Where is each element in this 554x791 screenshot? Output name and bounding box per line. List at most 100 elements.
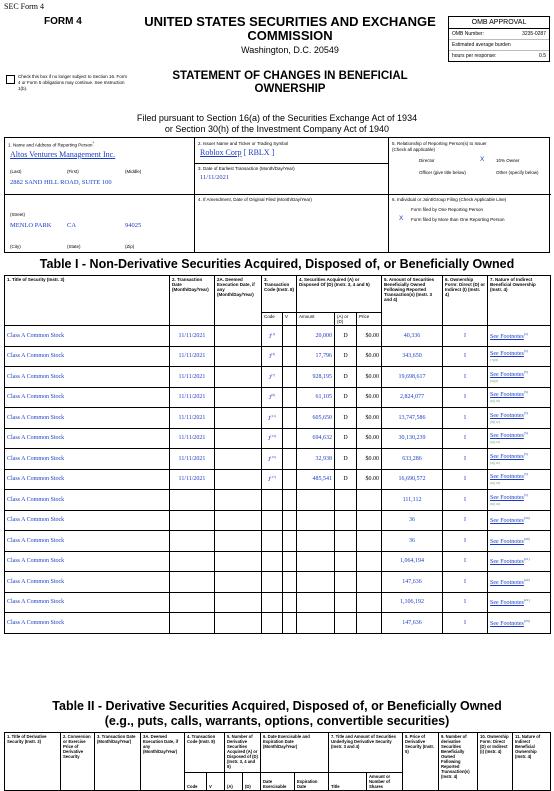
footnote-ref[interactable]: (20)	[524, 516, 530, 520]
ten-percent-option: 10% Owner	[496, 158, 520, 163]
footnote-ref[interactable]: (9)	[271, 393, 275, 397]
cell-amount: 605,650	[296, 407, 336, 429]
cell-nature-value[interactable]: See Footnotes	[490, 351, 524, 357]
cell-nature-value[interactable]: See Footnotes	[490, 454, 524, 460]
cell-amount: 17,796	[296, 345, 336, 367]
cell-owned-value: 30,130,239	[398, 435, 426, 442]
table1-title: Table I - Non-Derivative Securities Acqu…	[39, 257, 515, 271]
cell-deemed	[214, 530, 262, 552]
t2-sub-expiration: Expiration Date	[294, 772, 330, 791]
cell-form: I	[442, 489, 489, 511]
cell-nature-value[interactable]: See Footnotes	[490, 334, 524, 340]
cell-nature-value[interactable]: See Footnotes	[490, 495, 524, 501]
t1-header-date: 2. Transaction Date (Month/Day/Year)	[169, 275, 215, 326]
omb-hours-label: hours per response:	[452, 53, 497, 59]
cell-title: Class A Common Stock	[4, 366, 170, 388]
t1-header-code: 3. Transaction Code (Instr. 8)	[260, 275, 298, 313]
cell-form: I	[442, 325, 489, 347]
cell-date: 11/11/2021	[169, 345, 215, 367]
cell-amount-value: 485,541	[312, 476, 333, 483]
footnote-ref[interactable]: (13)	[270, 434, 276, 438]
cell-owned-value: 2,824,077	[400, 394, 425, 401]
t2-header-date: 3. Transaction Date (Month/Day/Year)	[94, 732, 141, 791]
footnote-ref[interactable]: (7)	[271, 373, 275, 377]
cell-nature-value[interactable]: See Footnotes	[490, 559, 524, 565]
footnote-ref[interactable]: (1)	[271, 332, 275, 336]
cell-owned: 633,286	[381, 448, 444, 470]
omb-number-value: 3235-0287	[522, 31, 546, 37]
footnote-ref-secondary[interactable]: (7)(8)	[490, 358, 498, 362]
cell-owned: 111,112	[381, 489, 444, 511]
cell-form-value: I	[464, 578, 467, 585]
footnote-ref-secondary[interactable]: (6)(14)	[490, 440, 500, 444]
footnote-ref[interactable]: (22)	[524, 578, 530, 582]
issuer-name[interactable]: Roblox Corp	[200, 148, 242, 157]
footnote-ref-secondary[interactable]: (6)(19)	[490, 502, 500, 506]
footnote-ref[interactable]: (5)	[524, 411, 528, 415]
footnote-ref[interactable]: (5)	[524, 349, 528, 353]
footnote-ref[interactable]: (15)	[270, 455, 276, 459]
table-row: Class A Common Stock 1,106,192 I See Footno…	[4, 591, 552, 613]
cell-form-value: I	[464, 619, 467, 626]
footnote-ref[interactable]: (23)	[524, 619, 530, 623]
cell-price: $0.00	[356, 366, 383, 388]
section16-checkbox[interactable]	[6, 75, 15, 84]
footnote-ref[interactable]: (5)	[524, 370, 528, 374]
footnote-ref[interactable]: (5)	[524, 390, 528, 394]
cell-nature-value[interactable]: See Footnotes	[490, 392, 524, 398]
footnote-ref[interactable]: (5)	[524, 452, 528, 456]
reporting-person-name[interactable]: Altos Ventures Management Inc.	[10, 150, 115, 159]
state-label: (State)	[67, 244, 81, 249]
footnote-ref[interactable]: (5)	[524, 472, 528, 476]
earliest-date-label: 3. Date of Earliest Transaction (Month/D…	[198, 166, 295, 171]
footnote-ref[interactable]: (21)	[524, 557, 530, 561]
footnote-ref[interactable]: (2)	[524, 332, 528, 336]
t2-sub-d: (D)	[241, 772, 262, 791]
cell-title: Class A Common Stock	[4, 550, 170, 572]
cell-date-value: 11/11/2021	[178, 332, 206, 339]
cell-title-value: Class A Common Stock	[7, 414, 65, 421]
footnote-ref-secondary[interactable]: (6)(8)	[490, 379, 498, 383]
footnote-ref[interactable]: (11)	[270, 414, 276, 418]
cell-deemed	[214, 591, 262, 613]
footnote-ref-secondary[interactable]: (6)(16)	[490, 461, 500, 465]
cell-v	[281, 612, 298, 634]
ten-percent-mark: X	[480, 156, 485, 163]
footnote-ref[interactable]: (5)	[524, 431, 528, 435]
table-row: Class A Common Stock 11/11/2021 J(13) 694,6…	[4, 427, 552, 449]
cell-nature-value[interactable]: See Footnotes	[490, 580, 524, 586]
footnote-ref-secondary[interactable]: (6)(18)	[490, 481, 500, 485]
cell-nature-value[interactable]: See Footnotes	[490, 474, 524, 480]
cell-nature-value[interactable]: See Footnotes	[490, 372, 524, 378]
cell-date-value: 11/11/2021	[178, 476, 206, 483]
cell-code: J(11)	[261, 407, 283, 429]
footnote-ref[interactable]: (5)	[524, 493, 528, 497]
footnote-ref[interactable]: (17)	[270, 475, 276, 479]
t2-sub-a: (A)	[224, 772, 243, 791]
table2-title-line-1: Table II - Derivative Securities Acquire…	[52, 699, 502, 713]
footnote-ref[interactable]: (20)	[524, 537, 530, 541]
cell-nature-value[interactable]: See Footnotes	[490, 413, 524, 419]
cell-title-value: Class A Common Stock	[7, 332, 65, 339]
cell-code	[261, 571, 283, 593]
cell-owned-value: 1,064,194	[400, 558, 425, 565]
cell-nature: See Footnotes(5) (6)(19)	[487, 489, 552, 511]
cell-amount-value: 605,650	[312, 414, 333, 421]
footnote-ref[interactable]: (3)	[271, 352, 275, 356]
footnote-ref[interactable]: (21)	[524, 598, 530, 602]
table-row: Class A Common Stock 11/11/2021 J(1) 20,000…	[4, 325, 552, 347]
cell-nature-value[interactable]: See Footnotes	[490, 600, 524, 606]
cell-nature-value[interactable]: See Footnotes	[490, 433, 524, 439]
footnote-ref-secondary[interactable]: (6)(10)	[490, 399, 500, 403]
cell-nature-value[interactable]: See Footnotes	[490, 518, 524, 524]
cell-form-value: I	[464, 558, 467, 565]
cell-v	[281, 448, 298, 470]
cell-nature-value[interactable]: See Footnotes	[490, 621, 524, 627]
cell-ad	[334, 550, 358, 572]
cell-nature: See Footnotes(20)	[487, 530, 552, 552]
t2-sub-exercisable: Date Exercisable	[260, 772, 296, 791]
cell-title-value: Class A Common Stock	[7, 558, 65, 565]
cell-nature-value[interactable]: See Footnotes	[490, 539, 524, 545]
cell-date: 11/11/2021	[169, 448, 215, 470]
footnote-ref-secondary[interactable]: (6)(12)	[490, 420, 500, 424]
